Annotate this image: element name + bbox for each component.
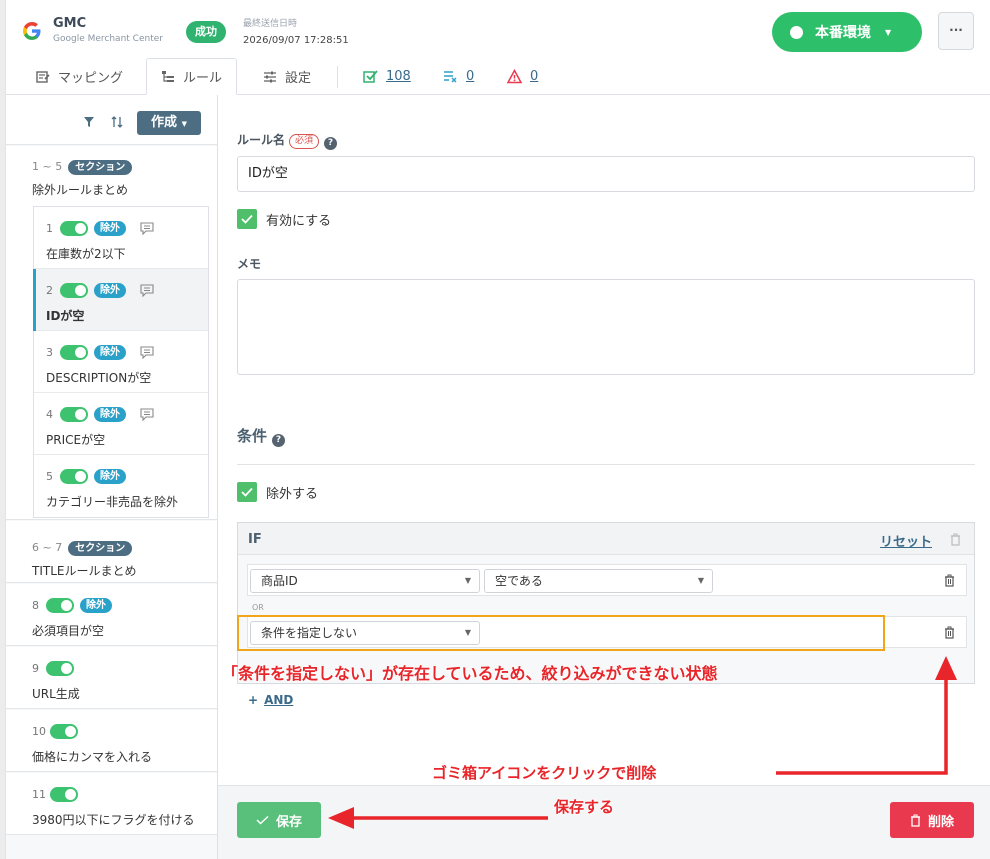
annotation-trash-note: ゴミ箱アイコンをクリックで削除: [432, 764, 657, 782]
annotation-save-note: 保存する: [554, 798, 615, 816]
annotation-unspecified-note: 「条件を指定しない」が存在しているため、絞り込みができない状態: [222, 664, 718, 683]
annotation-arrows: [328, 656, 957, 829]
